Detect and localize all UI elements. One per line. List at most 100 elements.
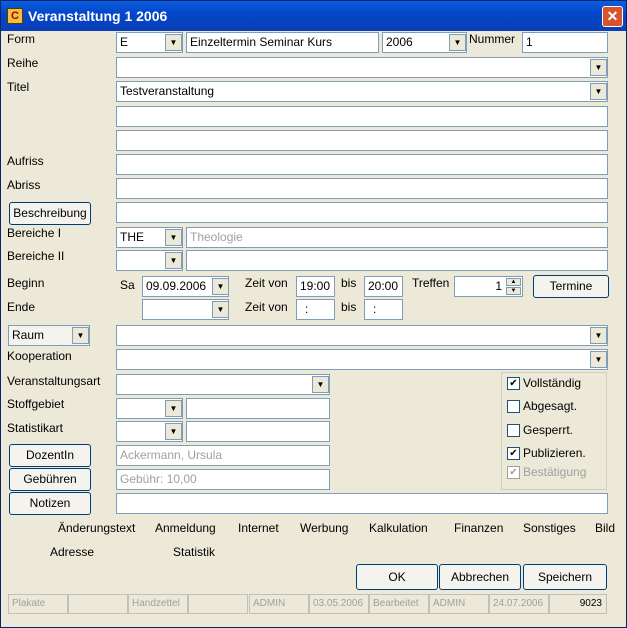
treffen-label: Treffen [412, 276, 450, 290]
titel-select[interactable]: Testveranstaltung [116, 81, 608, 102]
checkbox-3[interactable]: ✔ [507, 447, 520, 460]
checkbox-label: Publizieren. [523, 446, 586, 460]
check-icon: ✔ [509, 448, 518, 459]
titel-line2-field[interactable] [116, 106, 608, 127]
link-aenderungstext[interactable]: Änderungstext [58, 521, 135, 535]
titel-dropdown-icon[interactable]: ▼ [590, 83, 607, 100]
statistikart-text-field[interactable] [186, 421, 330, 442]
spin-up-icon[interactable]: ▲ [506, 278, 521, 286]
link-adresse[interactable]: Adresse [50, 545, 94, 559]
zeit-von-label: Zeit von [245, 276, 288, 290]
year-dropdown-icon[interactable]: ▼ [449, 34, 466, 51]
checkbox-2[interactable] [507, 424, 520, 437]
reihe-dropdown-icon[interactable]: ▼ [590, 59, 607, 76]
form-label: Form [7, 32, 35, 46]
checkbox-0[interactable]: ✔ [507, 377, 520, 390]
zeit-von-field[interactable]: 19:00 [296, 276, 335, 297]
status-bearbeitet: Bearbeitet [369, 594, 429, 614]
kooperation-label: Kooperation [7, 349, 72, 363]
title-bar[interactable]: C Veranstaltung 1 2006 ✕ [1, 1, 626, 31]
abbrechen-button[interactable]: Abbrechen [439, 564, 521, 590]
reihe-select[interactable] [116, 57, 608, 78]
link-finanzen[interactable]: Finanzen [454, 521, 503, 535]
form-code-dropdown-icon[interactable]: ▼ [165, 34, 182, 51]
abriss-field[interactable] [116, 178, 608, 199]
gebuehren-button[interactable]: Gebühren [9, 468, 91, 491]
reihe-label: Reihe [7, 56, 39, 70]
link-bild[interactable]: Bild [595, 521, 615, 535]
ende-date-dropdown-icon[interactable]: ▼ [212, 301, 229, 318]
link-kalkulation[interactable]: Kalkulation [369, 521, 428, 535]
status-created-date: 03.05.2006 [309, 594, 369, 614]
status-cell-4 [188, 594, 248, 614]
ende-label: Ende [7, 300, 36, 314]
notizen-field[interactable] [116, 493, 608, 514]
weekday-label: Sa [120, 278, 135, 292]
aufriss-field[interactable] [116, 154, 608, 175]
close-icon: ✕ [606, 8, 619, 24]
link-internet[interactable]: Internet [238, 521, 279, 535]
bis-field[interactable]: 20:00 [364, 276, 403, 297]
raum-field-dropdown-icon[interactable]: ▼ [590, 327, 607, 344]
gebuehren-field: Gebühr: 10,00 [116, 469, 330, 490]
statistikart-dropdown-icon[interactable]: ▼ [165, 423, 182, 440]
status-cell-2 [68, 594, 128, 614]
close-button[interactable]: ✕ [602, 6, 623, 27]
link-anmeldung[interactable]: Anmeldung [155, 521, 216, 535]
stoffgebiet-label: Stoffgebiet [7, 397, 65, 411]
status-edited-date: 24.07.2006 [489, 594, 549, 614]
checkbox-4: ✔ [507, 466, 520, 479]
kooperation-dropdown-icon[interactable]: ▼ [590, 351, 607, 368]
veranstaltungsart-dropdown-icon[interactable]: ▼ [312, 376, 329, 393]
beschreibung-field[interactable] [116, 202, 608, 223]
nummer-label: Nummer [469, 32, 516, 46]
checkbox-label: Abgesagt. [523, 399, 578, 413]
beschreibung-button[interactable]: Beschreibung [9, 202, 91, 225]
raum-dropdown-icon[interactable]: ▼ [72, 327, 89, 344]
termine-button[interactable]: Termine [533, 275, 609, 298]
form-text-field[interactable]: Einzeltermin Seminar Kurs [186, 32, 379, 53]
status-created-by: ADMIN [249, 594, 309, 614]
bereiche2-dropdown-icon[interactable]: ▼ [165, 252, 182, 269]
titel-label: Titel [7, 80, 30, 94]
raum-field[interactable] [116, 325, 608, 346]
veranstaltungsart-label: Veranstaltungsart [7, 374, 101, 388]
dialog-window: C Veranstaltung 1 2006 ✕ Form E ▼ Einzel… [0, 0, 627, 628]
zeit-von2-field[interactable]: : [296, 299, 335, 320]
bis2-label: bis [341, 300, 357, 314]
spin-down-icon[interactable]: ▼ [506, 287, 521, 295]
app-icon: C [7, 8, 23, 24]
bereiche2-text-field[interactable] [186, 250, 608, 271]
dozentin-button[interactable]: DozentIn [9, 444, 91, 467]
zeit-von2-label: Zeit von [245, 300, 288, 314]
titel-line3-field[interactable] [116, 130, 608, 151]
check-icon: ✔ [509, 378, 518, 389]
link-sonstiges[interactable]: Sonstiges [523, 521, 576, 535]
statistikart-label: Statistikart [7, 421, 64, 435]
bis-label: bis [341, 276, 357, 290]
kooperation-select[interactable] [116, 349, 608, 370]
abriss-label: Abriss [7, 178, 41, 192]
beginn-label: Beginn [7, 276, 45, 290]
status-handzettel: Handzettel [128, 594, 188, 614]
bereiche1-dropdown-icon[interactable]: ▼ [165, 229, 182, 246]
status-plakate: Plakate [8, 594, 68, 614]
bereiche1-text-field: Theologie [186, 227, 608, 248]
stoffgebiet-dropdown-icon[interactable]: ▼ [165, 400, 182, 417]
ok-button[interactable]: OK [356, 564, 438, 590]
bis2-field[interactable]: : [364, 299, 403, 320]
link-statistik[interactable]: Statistik [173, 545, 215, 559]
dozent-field: Ackermann, Ursula [116, 445, 330, 466]
bereiche1-label: Bereiche I [7, 226, 62, 240]
checkbox-1[interactable] [507, 400, 520, 413]
nummer-field[interactable]: 1 [522, 32, 608, 53]
beginn-date-dropdown-icon[interactable]: ▼ [212, 278, 229, 295]
check-icon: ✔ [509, 467, 518, 478]
link-werbung[interactable]: Werbung [300, 521, 348, 535]
veranstaltungsart-select[interactable] [116, 374, 330, 395]
stoffgebiet-text-field[interactable] [186, 398, 330, 419]
aufriss-label: Aufriss [7, 154, 44, 168]
speichern-button[interactable]: Speichern [523, 564, 607, 590]
notizen-button[interactable]: Notizen [9, 492, 91, 515]
window-title: Veranstaltung 1 2006 [28, 8, 168, 24]
